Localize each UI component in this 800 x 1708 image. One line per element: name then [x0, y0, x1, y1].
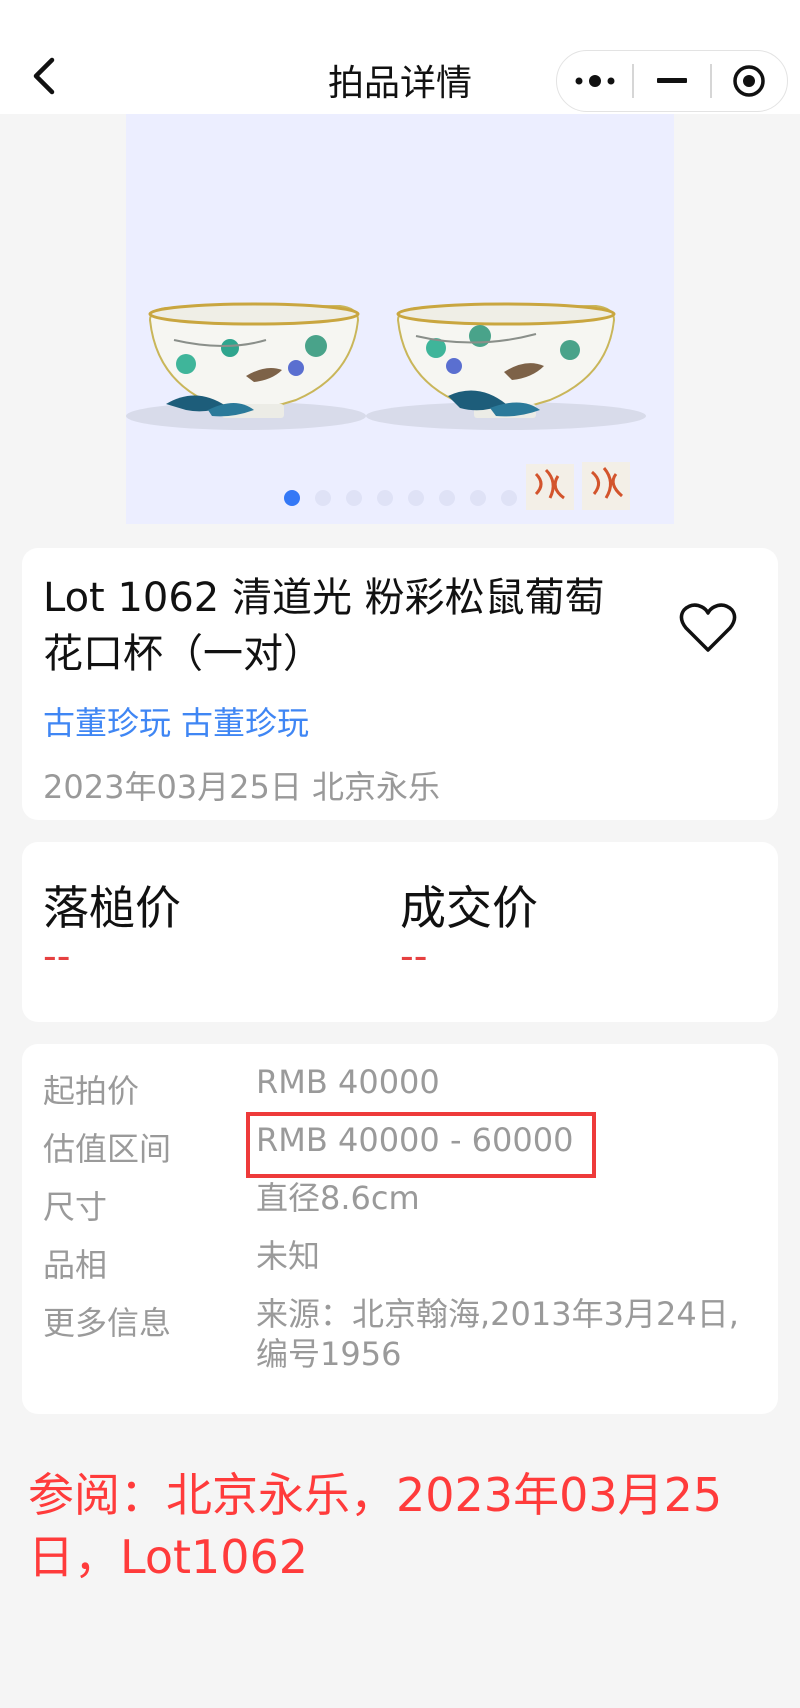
- minus-icon: [656, 78, 687, 83]
- carousel-indicator: [126, 490, 674, 506]
- detail-key: 尺寸: [43, 1188, 108, 1226]
- reference-note: 参阅：北京永乐，2023年03月25日，Lot1062: [28, 1468, 723, 1584]
- detail-value: 未知: [256, 1237, 321, 1275]
- more-button[interactable]: [557, 51, 632, 111]
- price-card: 落槌价 -- 成交价 --: [22, 842, 778, 1022]
- detail-key: 估值区间: [43, 1130, 172, 1168]
- auction-date-house: 2023年03月25日 北京永乐: [43, 768, 441, 806]
- carousel-dot[interactable]: [438, 490, 455, 506]
- detail-value: RMB 40000 - 60000: [256, 1121, 574, 1159]
- detail-key: 更多信息: [43, 1304, 172, 1342]
- carousel-dot[interactable]: [314, 490, 331, 506]
- category-tag[interactable]: 古董珍玩: [43, 698, 171, 744]
- final-price-label: 成交价: [400, 881, 538, 935]
- detail-value-continued: 编号1956: [256, 1335, 402, 1373]
- carousel-dot[interactable]: [469, 490, 486, 506]
- favorite-button[interactable]: [678, 600, 738, 656]
- mini-program-capsule: [556, 50, 788, 112]
- carousel-dot[interactable]: [283, 490, 300, 506]
- detail-value: 来源：北京翰海,2013年3月24日,: [256, 1295, 739, 1333]
- detail-key: 起拍价: [43, 1072, 140, 1110]
- detail-key: 品相: [43, 1246, 108, 1284]
- carousel-dot[interactable]: [376, 490, 393, 506]
- close-mini-program-button[interactable]: [712, 51, 787, 111]
- detail-value: RMB 40000: [256, 1063, 440, 1101]
- carousel-dot[interactable]: [500, 490, 517, 506]
- heart-outline-icon: [679, 603, 737, 652]
- carousel-dot[interactable]: [407, 490, 424, 506]
- more-dots-icon: [575, 75, 615, 87]
- lot-image[interactable]: [126, 114, 674, 524]
- detail-value: 直径8.6cm: [256, 1179, 420, 1217]
- details-card: 起拍价 RMB 40000 估值区间 RMB 40000 - 60000 尺寸 …: [22, 1044, 778, 1414]
- bowls-illustration: [126, 302, 646, 510]
- final-price-value: --: [400, 934, 428, 978]
- category-tags: 古董珍玩 古董珍玩: [43, 698, 309, 744]
- carousel-dot[interactable]: [345, 490, 362, 506]
- minimize-button[interactable]: [634, 51, 709, 111]
- target-circle-icon: [733, 65, 766, 97]
- nav-bar: 拍品详情: [0, 0, 800, 114]
- lot-title: Lot 1062 清道光 粉彩松鼠葡萄花口杯（一对）: [43, 575, 605, 677]
- hammer-price-label: 落槌价: [43, 881, 181, 935]
- category-tag[interactable]: 古董珍玩: [181, 698, 309, 744]
- hammer-price-value: --: [43, 934, 71, 978]
- lot-title-card: Lot 1062 清道光 粉彩松鼠葡萄花口杯（一对） 古董珍玩 古董珍玩 202…: [22, 548, 778, 820]
